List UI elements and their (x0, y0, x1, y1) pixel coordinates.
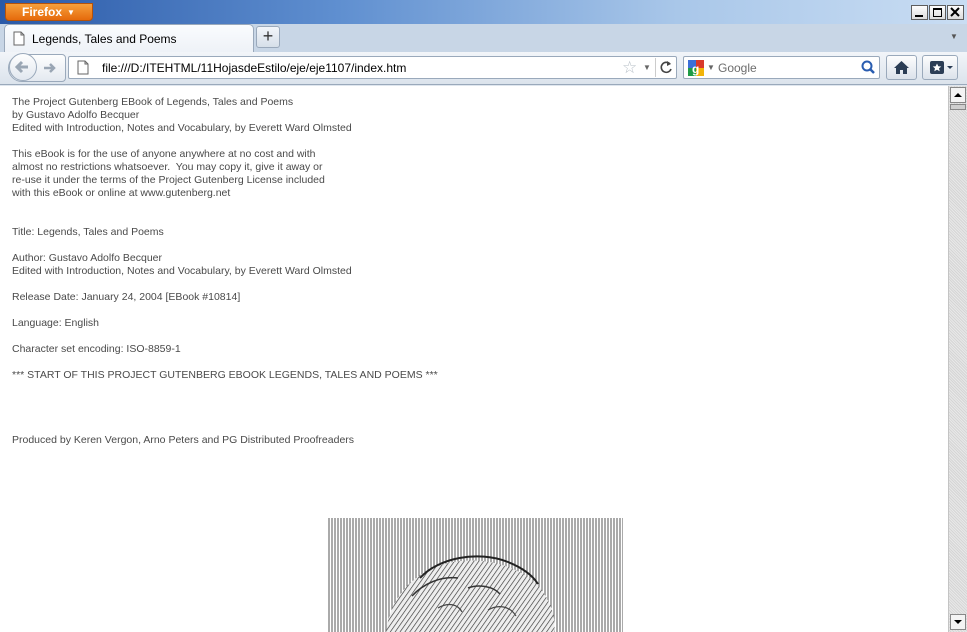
text-line (12, 408, 438, 421)
forward-button[interactable] (41, 60, 59, 76)
close-icon (950, 7, 960, 17)
bookmarks-icon (930, 61, 953, 74)
firefox-menu-label: Firefox (22, 5, 63, 19)
text-line (12, 304, 438, 317)
new-tab-button[interactable]: + (256, 26, 280, 48)
document-text: The Project Gutenberg EBook of Legends, … (12, 96, 438, 447)
text-line: Title: Legends, Tales and Poems (12, 226, 164, 238)
text-line: Language: English (12, 317, 99, 329)
tab-list-icon[interactable]: ▼ (950, 32, 958, 41)
vertical-scrollbar[interactable] (948, 86, 967, 632)
search-bar[interactable]: g ▼ Google (683, 56, 880, 79)
home-button[interactable] (886, 55, 917, 80)
search-input[interactable]: Google (718, 61, 757, 75)
google-icon[interactable]: g (687, 59, 705, 77)
maximize-button[interactable] (929, 5, 946, 20)
text-line: with this eBook or online at www.gutenbe… (12, 187, 231, 199)
scroll-down-arrow-icon (954, 620, 962, 624)
text-line (12, 421, 438, 434)
back-button[interactable] (9, 53, 37, 81)
page-content: The Project Gutenberg EBook of Legends, … (0, 86, 948, 632)
dropdown-arrow-icon: ▼ (67, 8, 75, 17)
minimize-icon (915, 15, 923, 17)
text-line (12, 278, 438, 291)
maximize-icon (933, 8, 942, 17)
window-titlebar (0, 0, 967, 24)
url-bar[interactable]: file:///D:/ITEHTML/11HojasdeEstilo/eje/e… (68, 56, 677, 79)
text-line: This eBook is for the use of anyone anyw… (12, 148, 316, 160)
text-line: Edited with Introduction, Notes and Voca… (12, 122, 352, 134)
bookmark-star-icon[interactable]: ☆ (622, 58, 637, 78)
text-line (12, 330, 438, 343)
home-icon (894, 61, 909, 74)
firefox-menu-button[interactable]: Firefox ▼ (5, 3, 93, 21)
text-line (12, 395, 438, 408)
text-line: Release Date: January 24, 2004 [EBook #1… (12, 291, 241, 303)
reload-icon (660, 61, 672, 74)
text-line (12, 200, 438, 213)
scroll-up-arrow-icon (954, 93, 962, 97)
scroll-down-button[interactable] (950, 614, 966, 630)
text-line (12, 382, 438, 395)
close-button[interactable] (947, 5, 964, 20)
scrollbar-thumb[interactable] (950, 104, 966, 110)
search-icon[interactable] (861, 60, 876, 75)
text-line: Edited with Introduction, Notes and Voca… (12, 265, 352, 277)
svg-text:g: g (692, 62, 699, 76)
text-line: Character set encoding: ISO-8859-1 (12, 343, 181, 355)
text-line: The Project Gutenberg EBook of Legends, … (12, 96, 294, 108)
reload-button[interactable] (655, 58, 675, 77)
text-line: by Gustavo Adolfo Becquer (12, 109, 140, 121)
text-line: almost no restrictions whatsoever. You m… (12, 161, 323, 173)
url-text[interactable]: file:///D:/ITEHTML/11HojasdeEstilo/eje/e… (102, 61, 406, 75)
tab-title: Legends, Tales and Poems (32, 32, 177, 46)
minimize-button[interactable] (911, 5, 928, 20)
page-icon (77, 60, 89, 75)
text-line: *** START OF THIS PROJECT GUTENBERG EBOO… (12, 369, 438, 381)
search-engine-dropdown-icon[interactable]: ▼ (707, 63, 715, 72)
text-line (12, 356, 438, 369)
text-line (12, 213, 438, 226)
text-line: re-use it under the terms of the Project… (12, 174, 325, 186)
back-arrow-icon (14, 60, 28, 74)
text-line: Author: Gustavo Adolfo Becquer (12, 252, 163, 264)
text-line: Produced by Keren Vergon, Arno Peters an… (12, 434, 355, 446)
text-line (12, 239, 438, 252)
tab-active[interactable]: Legends, Tales and Poems (4, 24, 254, 52)
scroll-up-button[interactable] (950, 87, 966, 103)
forward-arrow-icon (44, 63, 56, 73)
text-line (12, 135, 438, 148)
bookmarks-button[interactable] (922, 55, 958, 80)
history-dropdown-icon[interactable]: ▼ (643, 63, 651, 72)
page-icon (13, 31, 25, 46)
portrait-illustration (328, 518, 623, 632)
